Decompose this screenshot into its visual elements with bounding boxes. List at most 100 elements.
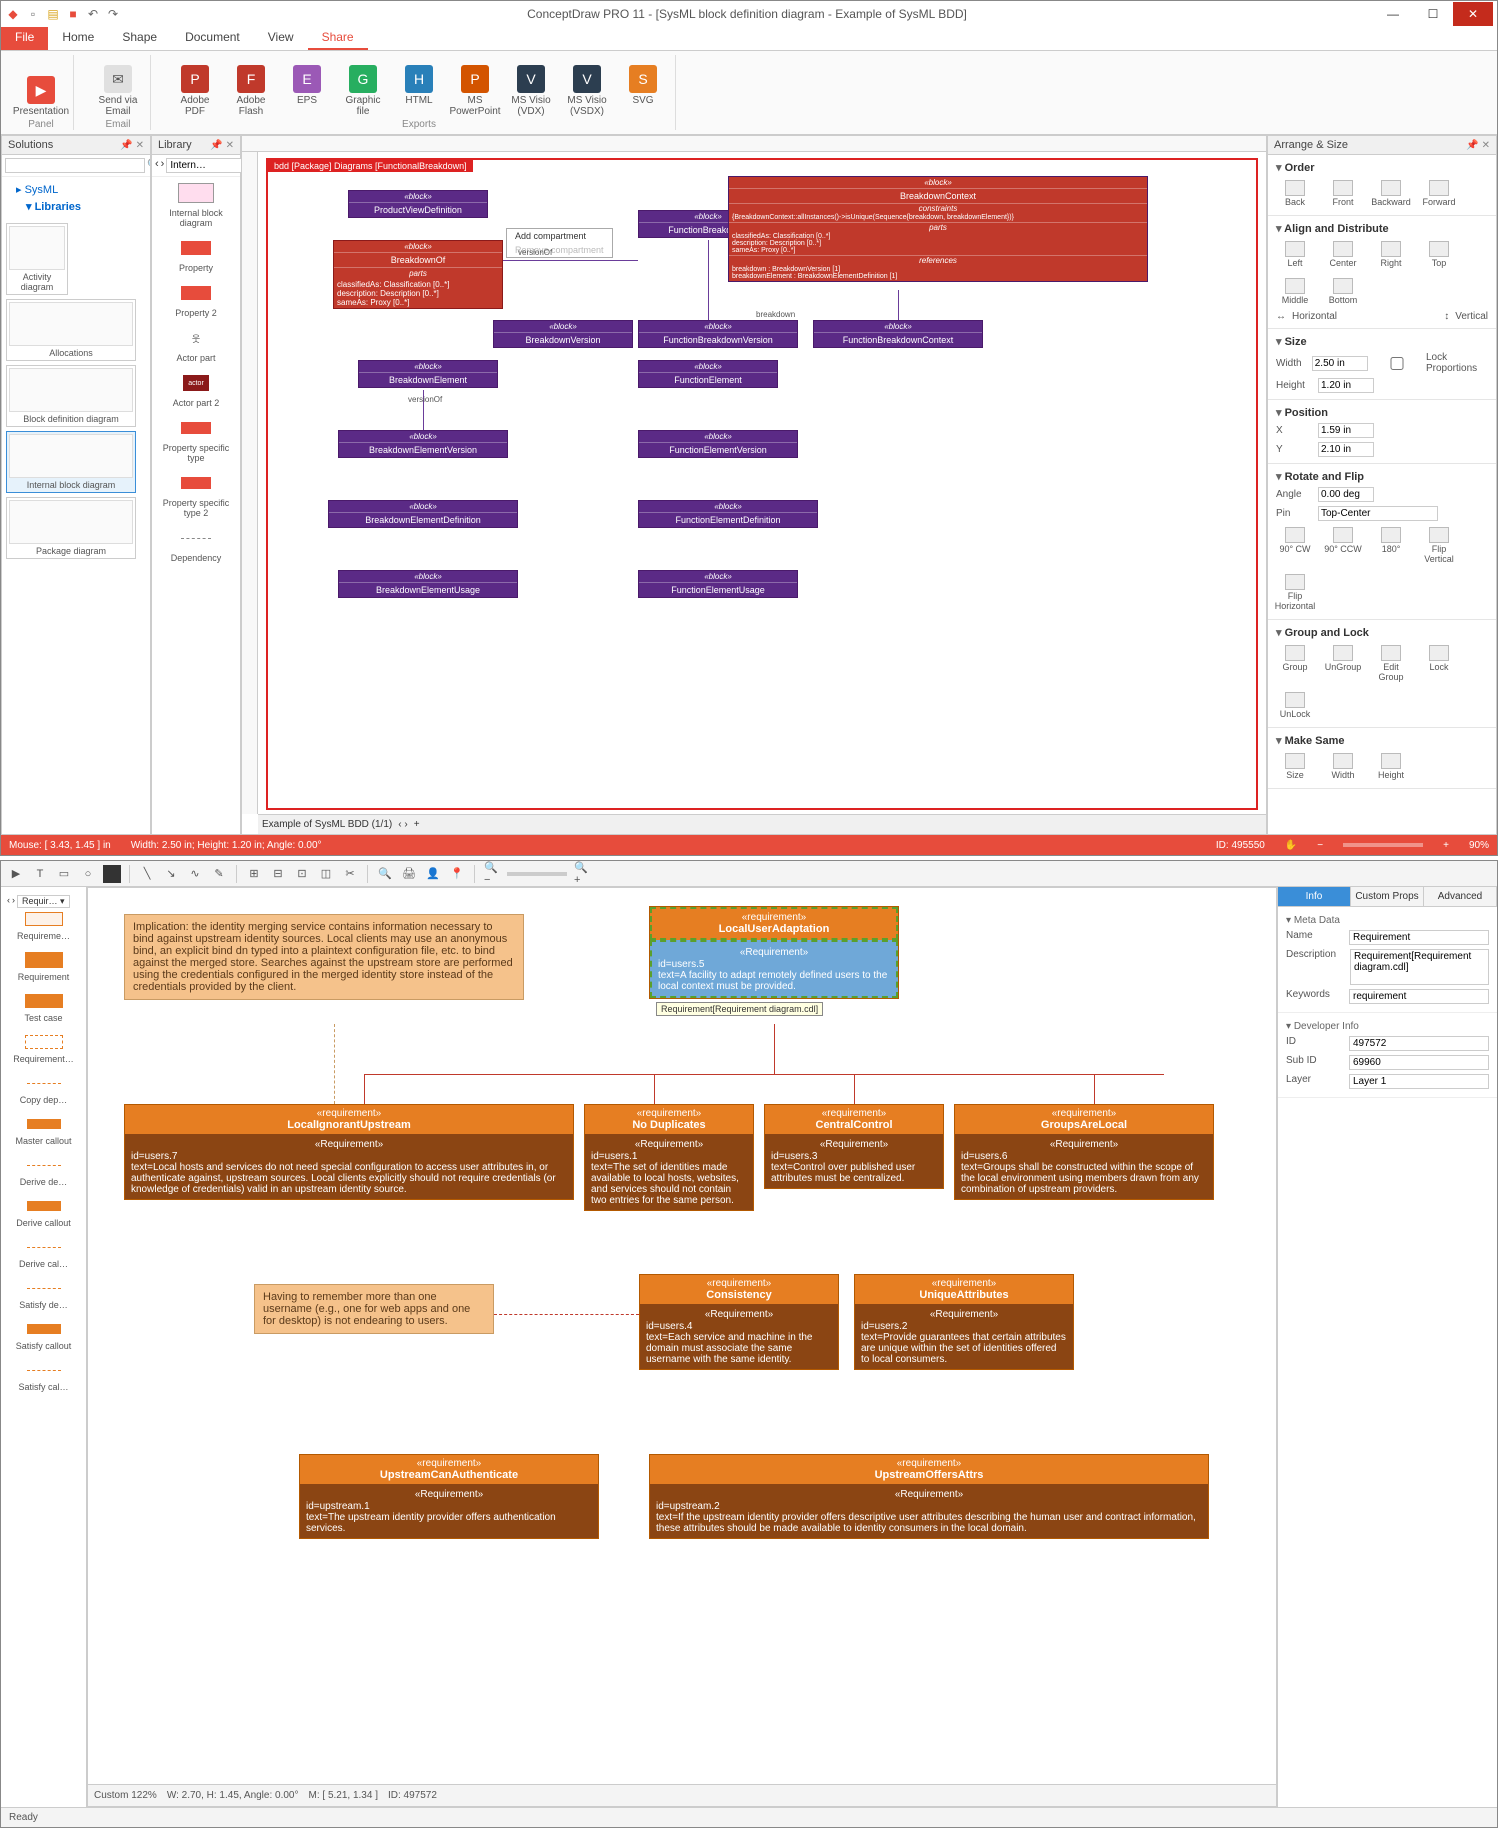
thumb-bdd[interactable]: Block definition diagram bbox=[6, 365, 136, 427]
tb-user-icon[interactable]: 👤 bbox=[424, 865, 442, 883]
lib-item-dep[interactable]: Dependency bbox=[156, 526, 236, 563]
tb-zoomin-icon[interactable]: 🔍+ bbox=[573, 865, 591, 883]
tb-d-icon[interactable]: ◫ bbox=[317, 865, 335, 883]
close-button[interactable]: ✕ bbox=[1453, 2, 1493, 26]
tb-ellipse-icon[interactable]: ○ bbox=[79, 865, 97, 883]
req-upstream-can-authenticate[interactable]: «requirement»UpstreamCanAuthenticate «Re… bbox=[299, 1454, 599, 1539]
req-upstream-offers-attrs[interactable]: «requirement»UpstreamOffersAttrs «Requir… bbox=[649, 1454, 1209, 1539]
group-button[interactable]: Group bbox=[1276, 645, 1314, 682]
block-bed[interactable]: «block»BreakdownElementDefinition bbox=[328, 500, 518, 528]
y-input[interactable] bbox=[1318, 442, 1374, 457]
qat-save-icon[interactable]: ■ bbox=[65, 6, 81, 22]
lib2-requirement[interactable]: Requirement bbox=[5, 951, 82, 982]
block-fe[interactable]: «block»FunctionElement bbox=[638, 360, 778, 388]
tab-document[interactable]: Document bbox=[171, 27, 254, 50]
send-email-button[interactable]: ✉Send via Email bbox=[94, 65, 142, 117]
lib2-derive-cal[interactable]: Derive cal… bbox=[5, 1238, 82, 1269]
lock-button[interactable]: Lock bbox=[1420, 645, 1458, 682]
lib2-master-callout[interactable]: Master callout bbox=[5, 1115, 82, 1146]
flip-h-button[interactable]: Flip Horizontal bbox=[1276, 574, 1314, 611]
req-groups-are-local[interactable]: «requirement»GroupsAreLocal «Requirement… bbox=[954, 1104, 1214, 1200]
align-center-button[interactable]: Center bbox=[1324, 241, 1362, 268]
tb-conn-icon[interactable]: ↘ bbox=[162, 865, 180, 883]
tb-line-icon[interactable]: ╲ bbox=[138, 865, 156, 883]
block-bc[interactable]: «block» BreakdownContext constraints {Br… bbox=[728, 176, 1148, 282]
zoom-out-icon[interactable]: − bbox=[1317, 840, 1323, 851]
note-username[interactable]: Having to remember more than one usernam… bbox=[254, 1284, 494, 1334]
sheet-nav-icon[interactable]: ‹ › bbox=[398, 819, 407, 830]
tb-fill-icon[interactable] bbox=[103, 865, 121, 883]
zoom-tab[interactable]: Custom 122% bbox=[94, 1790, 157, 1801]
tb-rect-icon[interactable]: ▭ bbox=[55, 865, 73, 883]
lib-item-property[interactable]: Property bbox=[156, 236, 236, 273]
order-section[interactable]: Order bbox=[1276, 159, 1488, 176]
req-unique-attributes[interactable]: «requirement»UniqueAttributes «Requireme… bbox=[854, 1274, 1074, 1370]
angle-input[interactable] bbox=[1318, 487, 1374, 502]
solutions-libraries[interactable]: ▾ Libraries bbox=[6, 198, 146, 215]
lib2-testcase[interactable]: Test case bbox=[5, 992, 82, 1023]
tb-a-icon[interactable]: ⊞ bbox=[245, 865, 263, 883]
qat-new-icon[interactable]: ▫ bbox=[25, 6, 41, 22]
qat-open-icon[interactable]: ▤ bbox=[45, 6, 61, 22]
presentation-button[interactable]: ▶Presentation bbox=[17, 76, 65, 117]
req-local-user-adaptation[interactable]: «requirement»LocalUserAdaptation «Requir… bbox=[649, 906, 899, 999]
lib2-satisfy-callout[interactable]: Satisfy callout bbox=[5, 1320, 82, 1351]
order-backward-button[interactable]: Backward bbox=[1372, 180, 1410, 207]
group-section[interactable]: Group and Lock bbox=[1276, 624, 1488, 641]
req-consistency[interactable]: «requirement»Consistency «Requirement»id… bbox=[639, 1274, 839, 1370]
rotate-180-button[interactable]: 180° bbox=[1372, 527, 1410, 564]
tb-zoomout-icon[interactable]: 🔍− bbox=[483, 865, 501, 883]
thumb-activity[interactable]: Activity diagram bbox=[6, 223, 68, 295]
export-graphic-button[interactable]: GGraphic file bbox=[339, 65, 387, 117]
lib2-derive-de[interactable]: Derive de… bbox=[5, 1156, 82, 1187]
requirements-canvas[interactable]: Implication: the identity merging servic… bbox=[87, 887, 1277, 1807]
export-html-button[interactable]: HHTML bbox=[395, 65, 443, 117]
tab-shape[interactable]: Shape bbox=[108, 27, 171, 50]
export-flash-button[interactable]: FAdobe Flash bbox=[227, 65, 275, 117]
tb-pin-icon[interactable]: 📍 bbox=[448, 865, 466, 883]
make-same-section[interactable]: Make Same bbox=[1276, 732, 1488, 749]
width-input[interactable] bbox=[1312, 356, 1368, 371]
lib2-derive-callout[interactable]: Derive callout bbox=[5, 1197, 82, 1228]
tb-pointer-icon[interactable]: ▶ bbox=[7, 865, 25, 883]
subid-input[interactable] bbox=[1349, 1055, 1489, 1070]
tb-search-icon[interactable]: 🔍 bbox=[376, 865, 394, 883]
tab-share[interactable]: Share bbox=[308, 27, 368, 50]
block-beu[interactable]: «block»BreakdownElementUsage bbox=[338, 570, 518, 598]
block-fbc[interactable]: «block»FunctionBreakdownContext bbox=[813, 320, 983, 348]
align-bottom-button[interactable]: Bottom bbox=[1324, 278, 1362, 305]
order-forward-button[interactable]: Forward bbox=[1420, 180, 1458, 207]
block-breakdownof[interactable]: «block» BreakdownOf parts classifiedAs: … bbox=[333, 240, 503, 309]
req-central-control[interactable]: «requirement»CentralControl «Requirement… bbox=[764, 1104, 944, 1189]
edit-group-button[interactable]: Edit Group bbox=[1372, 645, 1410, 682]
lib-item-pst2[interactable]: Property specific type 2 bbox=[156, 471, 236, 518]
block-be[interactable]: «block»BreakdownElement bbox=[358, 360, 498, 388]
size-section[interactable]: Size bbox=[1276, 333, 1488, 350]
lib-item-actor[interactable]: 웃Actor part bbox=[156, 326, 236, 363]
same-width-button[interactable]: Width bbox=[1324, 753, 1362, 780]
align-top-button[interactable]: Top bbox=[1420, 241, 1458, 268]
info-tab-info[interactable]: Info bbox=[1278, 887, 1351, 906]
tb-cut-icon[interactable]: ✂ bbox=[341, 865, 359, 883]
lib2-nav-back-icon[interactable]: ‹ bbox=[7, 895, 10, 908]
lib-item-property2[interactable]: Property 2 bbox=[156, 281, 236, 318]
minimize-button[interactable]: — bbox=[1373, 2, 1413, 26]
order-back-button[interactable]: Back bbox=[1276, 180, 1314, 207]
order-front-button[interactable]: Front bbox=[1324, 180, 1362, 207]
info-tab-custom[interactable]: Custom Props bbox=[1351, 887, 1424, 906]
tb-zoom-slider[interactable] bbox=[507, 872, 567, 876]
x-input[interactable] bbox=[1318, 423, 1374, 438]
same-height-button[interactable]: Height bbox=[1372, 753, 1410, 780]
block-fed[interactable]: «block»FunctionElementDefinition bbox=[638, 500, 818, 528]
layer-select[interactable] bbox=[1349, 1074, 1489, 1089]
name-input[interactable] bbox=[1349, 930, 1489, 945]
qat-redo-icon[interactable]: ↷ bbox=[105, 6, 121, 22]
lib-nav-back-icon[interactable]: ‹ bbox=[155, 158, 159, 173]
lock-proportions-checkbox[interactable] bbox=[1374, 357, 1420, 370]
req-no-duplicates[interactable]: «requirement»No Duplicates «Requirement»… bbox=[584, 1104, 754, 1211]
lib2-requirement2[interactable]: Requirement… bbox=[5, 1033, 82, 1064]
zoom-slider[interactable] bbox=[1343, 843, 1423, 847]
lib-item-ibd[interactable]: Internal block diagram bbox=[156, 181, 236, 228]
rotate-section[interactable]: Rotate and Flip bbox=[1276, 468, 1488, 485]
unlock-button[interactable]: UnLock bbox=[1276, 692, 1314, 719]
